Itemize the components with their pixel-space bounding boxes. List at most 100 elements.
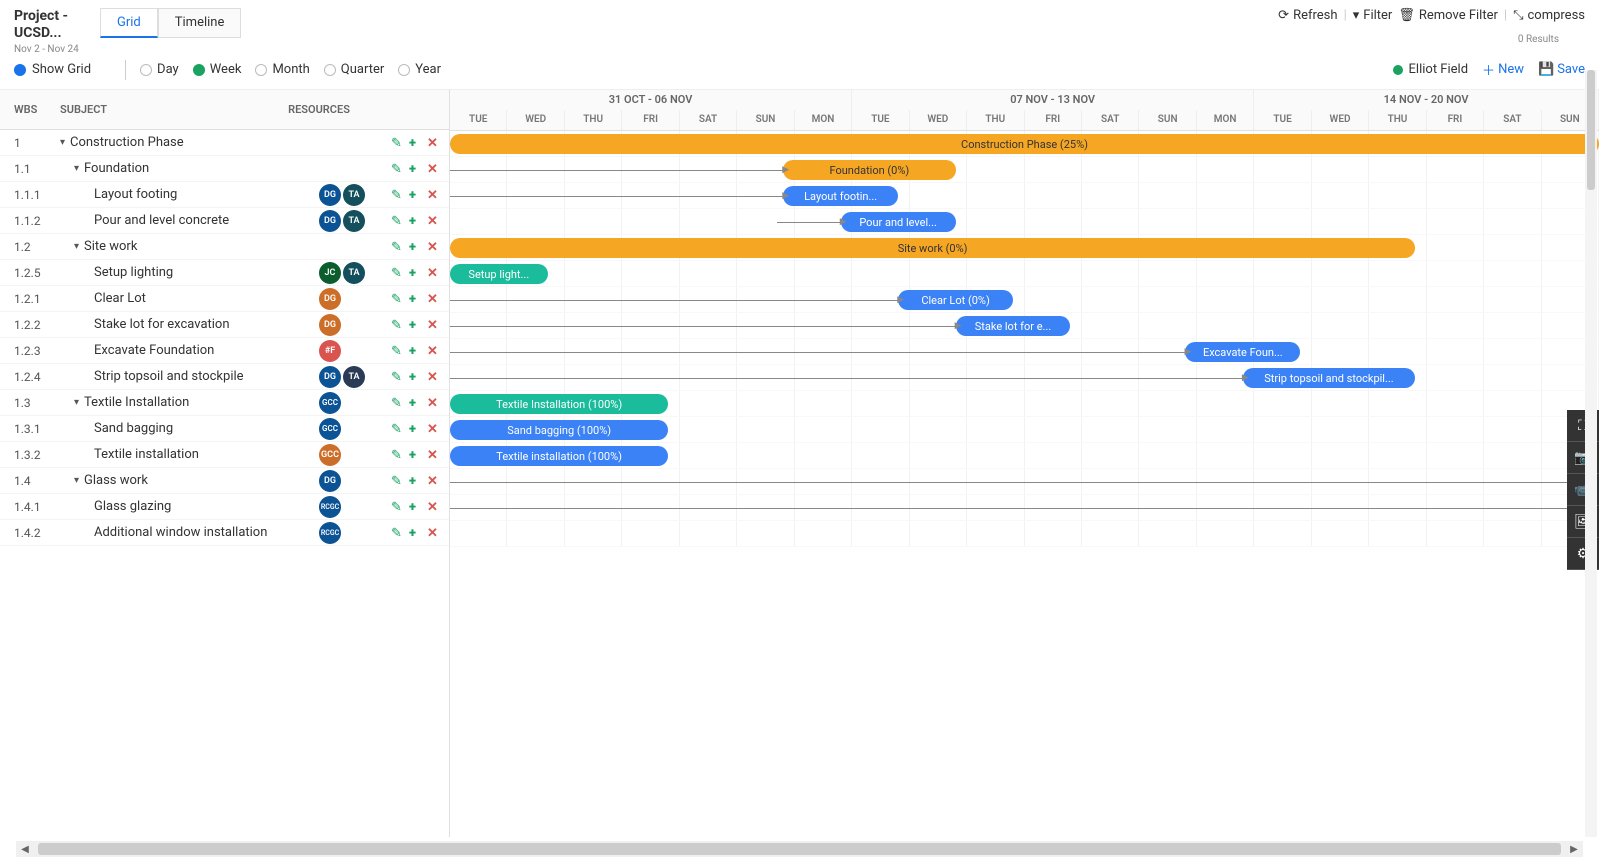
remove-filter-button[interactable]: 🗑Remove Filter	[1398, 8, 1498, 23]
delete-icon[interactable]: ✕	[427, 500, 441, 514]
scale-year[interactable]: Year	[398, 62, 441, 77]
gantt-bar[interactable]: Textile Installation (100%)	[450, 394, 668, 414]
edit-icon[interactable]: ✎	[391, 188, 405, 202]
avatar[interactable]: TA	[343, 366, 365, 388]
avatar[interactable]: TA	[343, 210, 365, 232]
table-row[interactable]: 1.3.1Sand baggingGCC✎+✕	[0, 416, 449, 442]
avatar[interactable]: DG	[319, 470, 341, 492]
gantt-bar[interactable]: Setup light...	[450, 264, 548, 284]
scale-quarter[interactable]: Quarter	[324, 62, 384, 77]
caret-icon[interactable]: ▾	[74, 163, 84, 174]
avatar[interactable]: RCGC	[319, 522, 341, 544]
add-icon[interactable]: +	[409, 344, 423, 358]
caret-icon[interactable]: ▾	[60, 137, 70, 148]
scroll-left-icon[interactable]: ◀	[16, 844, 34, 855]
delete-icon[interactable]: ✕	[427, 162, 441, 176]
edit-icon[interactable]: ✎	[391, 370, 405, 384]
edit-icon[interactable]: ✎	[391, 136, 405, 150]
table-row[interactable]: 1.4.2Additional window installationRCGC✎…	[0, 520, 449, 546]
edit-icon[interactable]: ✎	[391, 344, 405, 358]
edit-icon[interactable]: ✎	[391, 474, 405, 488]
edit-icon[interactable]: ✎	[391, 318, 405, 332]
filter-button[interactable]: ▾Filter	[1353, 8, 1393, 23]
gantt-bar[interactable]: Pour and level...	[841, 212, 956, 232]
add-icon[interactable]: +	[409, 500, 423, 514]
delete-icon[interactable]: ✕	[427, 526, 441, 540]
add-icon[interactable]: +	[409, 526, 423, 540]
gantt-bar[interactable]: Layout footin...	[783, 186, 898, 206]
vertical-scrollbar[interactable]	[1585, 70, 1597, 837]
horizontal-scrollbar[interactable]: ◀ ▶	[16, 841, 1583, 857]
add-icon[interactable]: +	[409, 266, 423, 280]
compress-button[interactable]: ⤡compress	[1513, 8, 1585, 23]
gantt-bar[interactable]: Construction Phase (25%)	[450, 134, 1599, 154]
avatar[interactable]: DG	[319, 184, 341, 206]
gantt-bar[interactable]: Sand bagging (100%)	[450, 420, 668, 440]
add-icon[interactable]: +	[409, 396, 423, 410]
add-icon[interactable]: +	[409, 318, 423, 332]
delete-icon[interactable]: ✕	[427, 240, 441, 254]
table-row[interactable]: 1.1.1Layout footingDGTA✎+✕	[0, 182, 449, 208]
add-icon[interactable]: +	[409, 422, 423, 436]
edit-icon[interactable]: ✎	[391, 526, 405, 540]
scroll-thumb[interactable]	[38, 843, 1561, 855]
table-row[interactable]: 1.2.2Stake lot for excavationDG✎+✕	[0, 312, 449, 338]
edit-icon[interactable]: ✎	[391, 240, 405, 254]
gantt-bar[interactable]: Stake lot for e...	[956, 316, 1071, 336]
avatar[interactable]: #F	[319, 340, 341, 362]
table-row[interactable]: 1.2.3Excavate Foundation#F✎+✕	[0, 338, 449, 364]
delete-icon[interactable]: ✕	[427, 136, 441, 150]
add-icon[interactable]: +	[409, 370, 423, 384]
add-icon[interactable]: +	[409, 240, 423, 254]
caret-icon[interactable]: ▾	[74, 241, 84, 252]
table-row[interactable]: 1.1.2Pour and level concreteDGTA✎+✕	[0, 208, 449, 234]
avatar[interactable]: GCC	[319, 392, 341, 414]
avatar[interactable]: GCC	[319, 418, 341, 440]
table-row[interactable]: 1.2.4Strip topsoil and stockpileDGTA✎+✕	[0, 364, 449, 390]
delete-icon[interactable]: ✕	[427, 474, 441, 488]
edit-icon[interactable]: ✎	[391, 162, 405, 176]
scroll-right-icon[interactable]: ▶	[1565, 844, 1583, 855]
table-row[interactable]: 1▾Construction Phase✎+✕	[0, 130, 449, 156]
delete-icon[interactable]: ✕	[427, 422, 441, 436]
edit-icon[interactable]: ✎	[391, 422, 405, 436]
add-icon[interactable]: +	[409, 448, 423, 462]
scale-day[interactable]: Day	[140, 62, 179, 77]
edit-icon[interactable]: ✎	[391, 292, 405, 306]
gantt-bar[interactable]: Strip topsoil and stockpil...	[1243, 368, 1415, 388]
table-row[interactable]: 1.2▾Site work✎+✕	[0, 234, 449, 260]
gantt-bar[interactable]: Site work (0%)	[450, 238, 1415, 258]
edit-icon[interactable]: ✎	[391, 500, 405, 514]
table-row[interactable]: 1.2.1Clear LotDG✎+✕	[0, 286, 449, 312]
caret-icon[interactable]: ▾	[74, 475, 84, 486]
gantt-bar[interactable]: Clear Lot (0%)	[898, 290, 1013, 310]
gantt-bar[interactable]: Excavate Foun...	[1185, 342, 1300, 362]
delete-icon[interactable]: ✕	[427, 292, 441, 306]
delete-icon[interactable]: ✕	[427, 448, 441, 462]
save-button[interactable]: 💾Save	[1538, 62, 1585, 77]
avatar[interactable]: GCC	[319, 444, 341, 466]
avatar[interactable]: DG	[319, 288, 341, 310]
add-icon[interactable]: +	[409, 474, 423, 488]
delete-icon[interactable]: ✕	[427, 188, 441, 202]
tab-grid[interactable]: Grid	[100, 8, 158, 38]
new-button[interactable]: ＋New	[1482, 60, 1524, 79]
caret-icon[interactable]: ▾	[74, 397, 84, 408]
delete-icon[interactable]: ✕	[427, 396, 441, 410]
avatar[interactable]: TA	[343, 262, 365, 284]
scale-month[interactable]: Month	[255, 62, 309, 77]
table-row[interactable]: 1.3.2Textile installationGCC✎+✕	[0, 442, 449, 468]
avatar[interactable]: DG	[319, 366, 341, 388]
avatar[interactable]: DG	[319, 314, 341, 336]
table-row[interactable]: 1.4▾Glass workDG✎+✕	[0, 468, 449, 494]
gantt-bar[interactable]: Foundation (0%)	[783, 160, 955, 180]
table-row[interactable]: 1.3▾Textile InstallationGCC✎+✕	[0, 390, 449, 416]
delete-icon[interactable]: ✕	[427, 344, 441, 358]
edit-icon[interactable]: ✎	[391, 396, 405, 410]
add-icon[interactable]: +	[409, 292, 423, 306]
delete-icon[interactable]: ✕	[427, 214, 441, 228]
show-grid-toggle[interactable]: Show Grid	[14, 62, 91, 77]
avatar[interactable]: DG	[319, 210, 341, 232]
table-row[interactable]: 1.1▾Foundation✎+✕	[0, 156, 449, 182]
gantt-bar[interactable]: Textile installation (100%)	[450, 446, 668, 466]
